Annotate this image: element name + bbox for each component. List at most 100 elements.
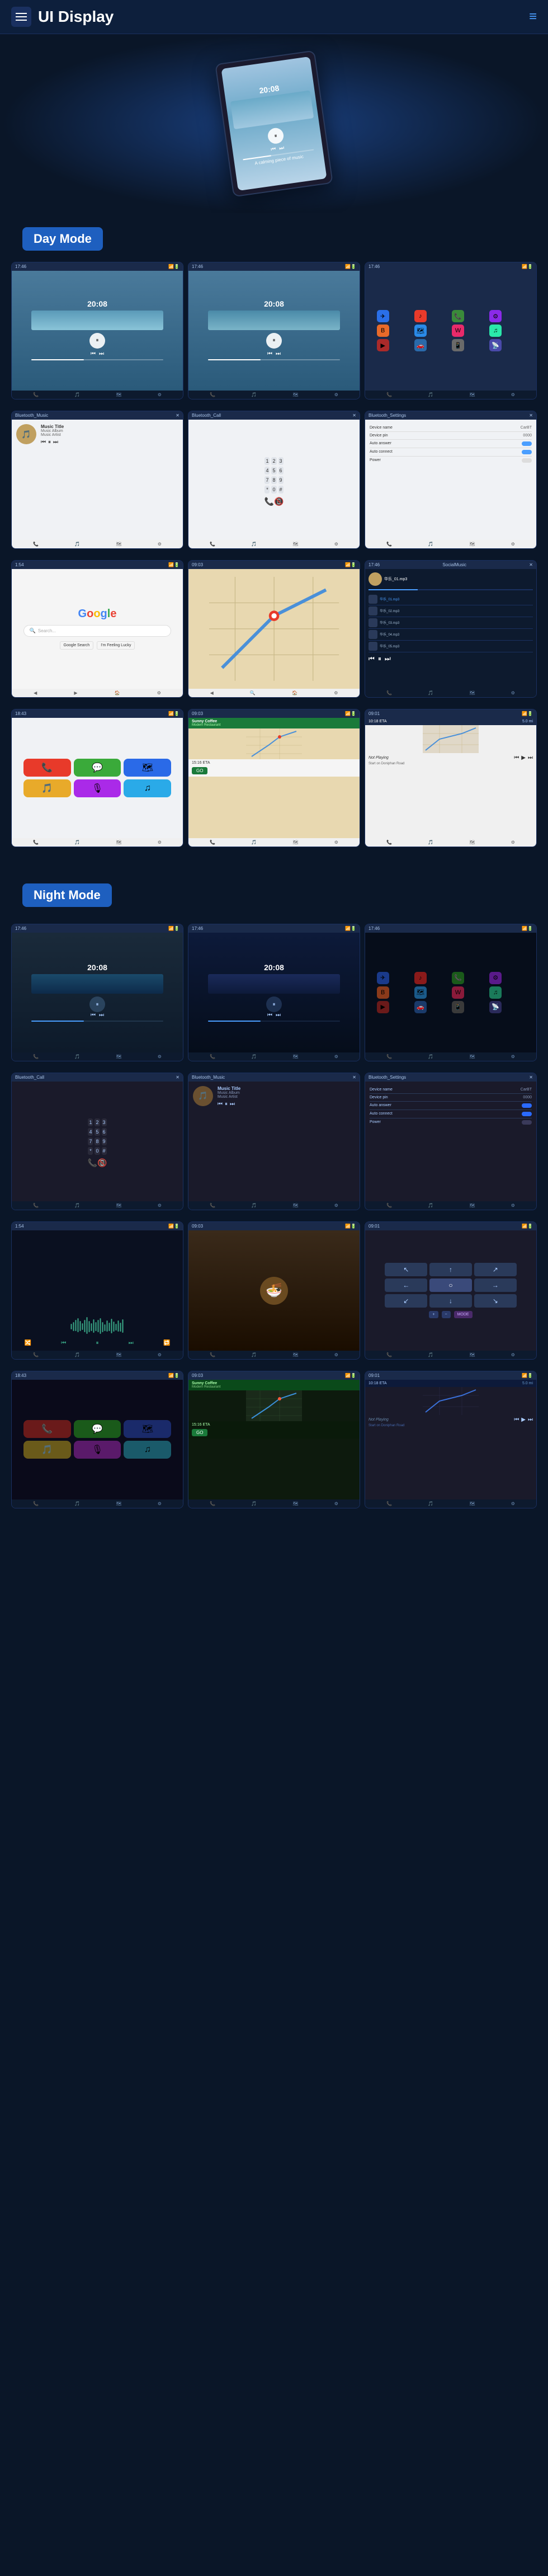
nha-spotify[interactable]: ♫: [489, 986, 502, 999]
nbc-num-2[interactable]: 2: [95, 1118, 100, 1126]
bt-prev-btn[interactable]: ⏮: [41, 439, 46, 445]
nha-waze[interactable]: W: [452, 986, 464, 999]
app-extra-1[interactable]: 📱: [452, 339, 464, 351]
google-search-bar[interactable]: 🔍 Search...: [23, 625, 172, 637]
app-carplay[interactable]: 🚗: [414, 339, 427, 351]
social-play[interactable]: ⏸: [378, 655, 381, 663]
nch-podcast[interactable]: 🎙: [74, 1441, 121, 1459]
nnc-zoom-out[interactable]: −: [442, 1311, 451, 1318]
google-lucky-btn[interactable]: I'm Feeling Lucky: [97, 641, 135, 650]
nnp-next[interactable]: ⏭: [528, 1417, 533, 1423]
nm2-prev[interactable]: ⏮: [267, 1012, 272, 1018]
np-play[interactable]: ▶: [521, 755, 526, 761]
hangup-btn[interactable]: 📵: [274, 497, 284, 506]
num-0[interactable]: 0: [271, 486, 276, 493]
nha-extra1[interactable]: 📱: [452, 1001, 464, 1013]
social-track-4[interactable]: 华乐_04.mp3: [369, 629, 533, 641]
menu-icon[interactable]: [11, 7, 31, 27]
auto-connect-toggle[interactable]: [522, 450, 532, 454]
nav-go-btn[interactable]: GO: [192, 767, 207, 774]
bt-music-close[interactable]: ✕: [176, 413, 179, 418]
call-btn[interactable]: 📞: [264, 497, 274, 506]
app-telegram[interactable]: ✈: [377, 310, 389, 322]
nha-map[interactable]: 🗺: [414, 986, 427, 999]
nnc-zoom-in[interactable]: +: [429, 1311, 438, 1318]
num-4[interactable]: 4: [264, 467, 270, 474]
nw-play[interactable]: ⏸: [96, 1340, 98, 1346]
nha-telegram[interactable]: ✈: [377, 972, 389, 984]
num-hash[interactable]: #: [278, 486, 284, 493]
nbc-close[interactable]: ✕: [176, 1075, 179, 1080]
app-waze[interactable]: W: [452, 325, 464, 337]
nbs-close[interactable]: ✕: [529, 1075, 533, 1080]
social-track-3[interactable]: 华乐_03.mp3: [369, 617, 533, 629]
nch-music[interactable]: 🎵: [23, 1441, 71, 1459]
num-1[interactable]: 1: [264, 457, 270, 465]
nm2-play-btn[interactable]: ⏸: [266, 996, 282, 1012]
nbc-num-hash[interactable]: #: [102, 1147, 107, 1155]
nnc-dir-left[interactable]: ←: [385, 1278, 427, 1292]
app-map[interactable]: 🗺: [414, 325, 427, 337]
bt-settings-close[interactable]: ✕: [529, 413, 533, 418]
nnc-dir-br[interactable]: ↘: [474, 1294, 517, 1308]
nw-next[interactable]: ⏭: [129, 1340, 134, 1346]
nbc-hangup-btn[interactable]: 📵: [97, 1158, 107, 1168]
next-2[interactable]: ⏭: [276, 351, 281, 357]
nha-extra2[interactable]: 📡: [489, 1001, 502, 1013]
app-extra-2[interactable]: 📡: [489, 339, 502, 351]
nnc-dir-up[interactable]: ↑: [429, 1263, 472, 1276]
cp-maps[interactable]: 🗺: [124, 759, 171, 777]
nnc-dir-center[interactable]: ○: [429, 1278, 472, 1292]
nbm-next[interactable]: ⏭: [230, 1101, 235, 1107]
nha-phone[interactable]: 📞: [452, 972, 464, 984]
nm1-next[interactable]: ⏭: [99, 1012, 104, 1018]
nav-hamburger-icon[interactable]: ≡: [529, 9, 537, 25]
hero-play-button[interactable]: ⏸: [267, 127, 285, 145]
num-9[interactable]: 9: [278, 476, 284, 484]
nbc-call-btn[interactable]: 📞: [88, 1158, 97, 1168]
nch-maps[interactable]: 🗺: [124, 1420, 171, 1438]
nnp-prev[interactable]: ⏮: [514, 1417, 519, 1423]
nbc-num-3[interactable]: 3: [102, 1118, 107, 1126]
cp-music[interactable]: 🎵: [23, 779, 71, 797]
nch-spotify[interactable]: ♫: [124, 1441, 171, 1459]
nw-shuffle[interactable]: 🔀: [25, 1340, 31, 1346]
app-bt[interactable]: B: [377, 325, 389, 337]
nha-youtube[interactable]: ▶: [377, 1001, 389, 1013]
cp-podcast[interactable]: 🎙: [74, 779, 121, 797]
num-5[interactable]: 5: [271, 467, 276, 474]
nnc-mode-btn[interactable]: MODE: [454, 1311, 473, 1318]
bt-play-btn[interactable]: ⏸: [48, 439, 51, 445]
cp-phone[interactable]: 📞: [23, 759, 71, 777]
hero-prev-icon[interactable]: ⏮: [271, 146, 276, 153]
app-settings[interactable]: ⚙: [489, 310, 502, 322]
nbm-prev[interactable]: ⏮: [218, 1101, 223, 1107]
music-play-btn-2[interactable]: ⏸: [266, 333, 282, 349]
nbc-num-5[interactable]: 5: [95, 1128, 100, 1136]
nnc-dir-bl[interactable]: ↙: [385, 1294, 427, 1308]
google-search-btn[interactable]: Google Search: [60, 641, 94, 650]
app-spotify[interactable]: ♫: [489, 325, 502, 337]
nha-settings[interactable]: ⚙: [489, 972, 502, 984]
cp-spotify[interactable]: ♫: [124, 779, 171, 797]
social-prev[interactable]: ⏮: [369, 655, 375, 663]
nbc-num-8[interactable]: 8: [95, 1137, 100, 1145]
music-next[interactable]: ⏭: [99, 351, 104, 357]
nha-bt[interactable]: B: [377, 986, 389, 999]
nnc-dir-right[interactable]: →: [474, 1278, 517, 1292]
nha-carplay[interactable]: 🚗: [414, 1001, 427, 1013]
cp-messages[interactable]: 💬: [74, 759, 121, 777]
app-music[interactable]: ♪: [414, 310, 427, 322]
nm1-prev[interactable]: ⏮: [91, 1012, 96, 1018]
num-8[interactable]: 8: [271, 476, 276, 484]
nw-repeat[interactable]: 🔁: [163, 1340, 170, 1346]
nbs-pw-toggle[interactable]: [522, 1120, 532, 1125]
np-next[interactable]: ⏭: [528, 755, 533, 761]
nnm-go-btn[interactable]: GO: [192, 1429, 207, 1436]
nch-messages[interactable]: 💬: [74, 1420, 121, 1438]
np-prev[interactable]: ⏮: [514, 755, 519, 761]
num-3[interactable]: 3: [278, 457, 284, 465]
music-play-btn[interactable]: ⏸: [89, 333, 105, 349]
nbs-aa-toggle[interactable]: [522, 1103, 532, 1108]
app-phone[interactable]: 📞: [452, 310, 464, 322]
